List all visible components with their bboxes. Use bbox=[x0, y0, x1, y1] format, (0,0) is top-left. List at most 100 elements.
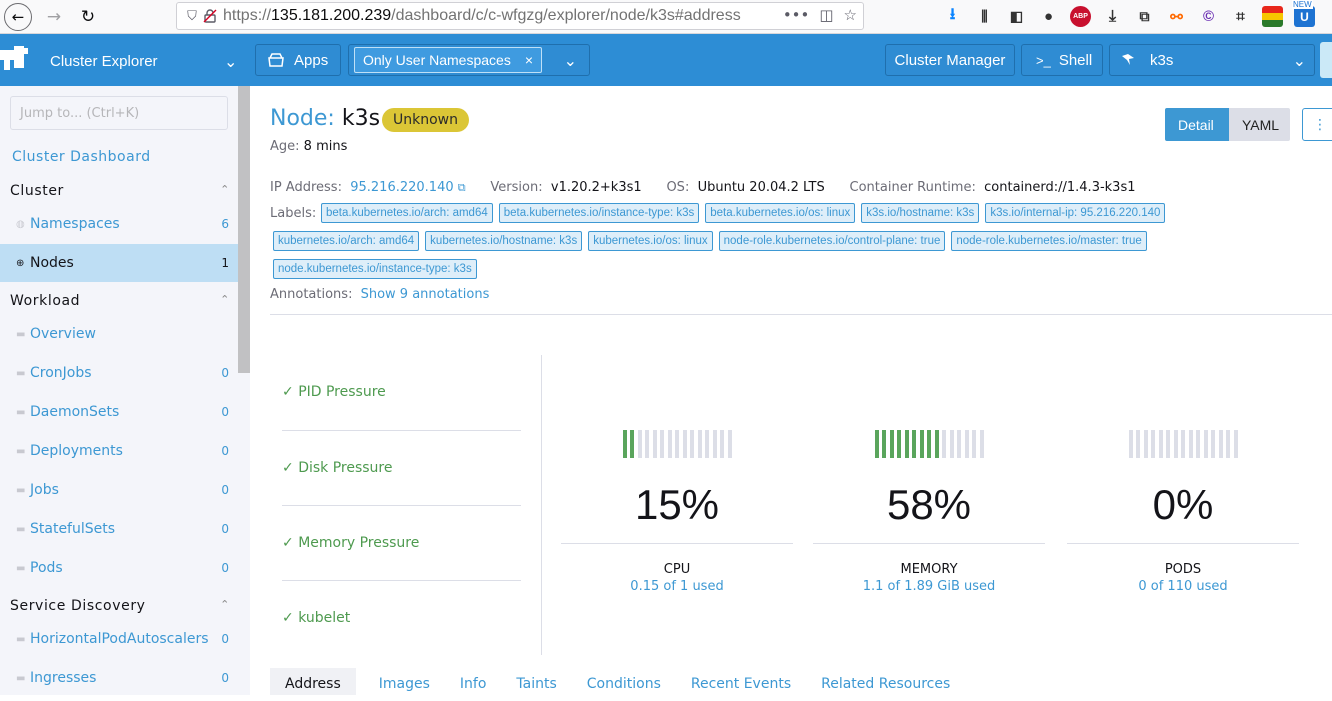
gauge-tick bbox=[630, 430, 634, 458]
folder-icon: ▬ bbox=[16, 367, 26, 379]
link-extension-icon[interactable]: ⚯ bbox=[1166, 6, 1187, 27]
sidebar-scrollbar[interactable] bbox=[238, 86, 250, 373]
download-icon[interactable]: ⭳ bbox=[942, 6, 963, 27]
sidebar-item-jobs[interactable]: ▬ Jobs 0 bbox=[0, 471, 238, 509]
back-button[interactable]: ← bbox=[4, 3, 32, 31]
shell-button[interactable]: >_ Shell bbox=[1021, 44, 1103, 76]
more-actions-button[interactable]: ⋮ bbox=[1302, 108, 1332, 141]
gauge-tick bbox=[1151, 430, 1155, 458]
folder-icon: ▬ bbox=[16, 633, 26, 645]
tab-address[interactable]: Address bbox=[270, 668, 356, 695]
page-actions-button[interactable]: ••• bbox=[783, 6, 810, 24]
apps-button[interactable]: Apps bbox=[255, 44, 341, 76]
sidebar-item-cronjobs[interactable]: ▬ CronJobs 0 bbox=[0, 354, 238, 392]
pocket-icon[interactable]: ◫ bbox=[819, 6, 833, 24]
chevron-up-icon[interactable]: ⌃ bbox=[220, 293, 230, 306]
url-path: /dashboard/c/c-wfgzg/explorer/node/k3s#a… bbox=[391, 7, 741, 24]
chevron-down-icon[interactable]: ⌄ bbox=[224, 52, 237, 71]
crop-icon[interactable]: ⌗ bbox=[1230, 6, 1251, 27]
arrow-right-icon: → bbox=[46, 7, 62, 27]
cluster-name: k3s bbox=[1150, 51, 1174, 69]
url-bar[interactable]: ⛉ https://135.181.200.239/dashboard/c/c-… bbox=[176, 2, 864, 30]
chevron-down-icon[interactable]: ⌄ bbox=[1293, 51, 1306, 71]
tab-info[interactable]: Info bbox=[445, 668, 502, 695]
label-chip: k3s.io/hostname: k3s bbox=[861, 203, 980, 223]
tab-taints[interactable]: Taints bbox=[501, 668, 571, 695]
sidebar-item-count: 0 bbox=[221, 405, 229, 419]
ip-address-value[interactable]: 95.216.220.140 bbox=[350, 180, 453, 195]
sidebar-item-count: 0 bbox=[221, 522, 229, 536]
gauge-tick bbox=[957, 430, 961, 458]
sidebar-icon[interactable]: ◧ bbox=[1006, 6, 1027, 27]
header-overflow-edge bbox=[1320, 42, 1332, 78]
sidebar-item-overview[interactable]: ▬ Overview bbox=[0, 315, 238, 353]
nav-group-service-discovery[interactable]: Service Discovery ⌃ bbox=[10, 598, 230, 614]
extension-new-icon[interactable]: U NEW bbox=[1292, 0, 1315, 27]
labels-row-3: node.kubernetes.io/instance-type: k3s bbox=[273, 259, 483, 279]
check-icon: ✓ bbox=[282, 460, 299, 476]
copy-icon[interactable]: ⧉ bbox=[458, 181, 466, 194]
copyright-extension-icon[interactable]: © bbox=[1198, 6, 1219, 27]
gauge-tick bbox=[1233, 430, 1238, 458]
reload-button[interactable]: ↻ bbox=[74, 3, 102, 31]
gauge-tick bbox=[972, 430, 976, 458]
tab-images[interactable]: Images bbox=[364, 668, 445, 695]
nav-group-workload[interactable]: Workload ⌃ bbox=[10, 293, 230, 309]
folder-icon: ▬ bbox=[16, 484, 26, 496]
bookmark-star-icon[interactable]: ☆ bbox=[844, 6, 857, 24]
chevron-up-icon[interactable]: ⌃ bbox=[220, 183, 230, 196]
namespace-filter-select[interactable]: Only User Namespaces × ⌄ bbox=[348, 44, 590, 76]
view-mode-toggle: Detail YAML bbox=[1165, 108, 1290, 141]
sidebar-item-deployments[interactable]: ▬ Deployments 0 bbox=[0, 432, 238, 470]
cpu-usage-bars bbox=[561, 430, 793, 460]
cluster-dashboard-link[interactable]: Cluster Dashboard bbox=[12, 149, 151, 165]
resource-kind-link[interactable]: Node: bbox=[270, 106, 335, 131]
product-title[interactable]: Cluster Explorer bbox=[50, 53, 158, 70]
gauge-tick bbox=[919, 430, 924, 458]
screenshot-icon[interactable]: ⧉ bbox=[1134, 6, 1155, 27]
labels-title: Labels: bbox=[270, 206, 317, 221]
gauge-tick bbox=[1181, 430, 1185, 458]
label-chip: kubernetes.io/hostname: k3s bbox=[425, 231, 583, 251]
rancher-logo-icon[interactable] bbox=[0, 44, 34, 76]
status-badge: Unknown bbox=[382, 108, 469, 132]
label-chip: node.kubernetes.io/instance-type: k3s bbox=[273, 259, 477, 279]
sidebar-item-pods[interactable]: ▬ Pods 0 bbox=[0, 549, 238, 587]
chevron-down-icon[interactable]: ⌄ bbox=[564, 51, 577, 71]
gauge-tick bbox=[897, 430, 901, 458]
sidebar-item-nodes[interactable]: ⊕ Nodes 1 bbox=[0, 244, 238, 282]
sidebar-item-horizontalpodautoscalers[interactable]: ▬ HorizontalPodAutoscalers 0 bbox=[0, 620, 238, 658]
sidebar-item-daemonsets[interactable]: ▬ DaemonSets 0 bbox=[0, 393, 238, 431]
tab-recent-events[interactable]: Recent Events bbox=[676, 668, 806, 695]
tab-related-resources[interactable]: Related Resources bbox=[806, 668, 965, 695]
condition-label: kubelet bbox=[298, 610, 351, 626]
condition-label: Disk Pressure bbox=[298, 460, 393, 476]
gauge-tick bbox=[1166, 430, 1170, 458]
chevron-up-icon[interactable]: ⌃ bbox=[220, 598, 230, 611]
url-host: 135.181.200.239 bbox=[271, 7, 392, 24]
account-icon[interactable]: ● bbox=[1038, 6, 1059, 27]
nav-group-cluster[interactable]: Cluster ⌃ bbox=[10, 183, 230, 199]
yaml-button[interactable]: YAML bbox=[1229, 108, 1290, 141]
detail-button[interactable]: Detail bbox=[1165, 108, 1229, 141]
sidebar-item-count: 0 bbox=[221, 632, 229, 646]
gauge-tick bbox=[660, 430, 664, 458]
jump-to-input[interactable]: Jump to... (Ctrl+K) bbox=[10, 96, 228, 130]
cluster-select[interactable]: k3s ⌄ bbox=[1109, 44, 1315, 76]
sidebar-item-statefulsets[interactable]: ▬ StatefulSets 0 bbox=[0, 510, 238, 548]
save-download-icon[interactable]: ⤓ bbox=[1102, 6, 1123, 27]
cluster-manager-button[interactable]: Cluster Manager bbox=[885, 44, 1015, 76]
gauge-divider bbox=[813, 543, 1045, 544]
forward-button[interactable]: → bbox=[40, 3, 68, 31]
tab-conditions[interactable]: Conditions bbox=[572, 668, 676, 695]
shell-label: Shell bbox=[1058, 51, 1093, 69]
remove-filter-icon[interactable]: × bbox=[525, 52, 533, 68]
library-icon[interactable]: ⫼ bbox=[974, 6, 995, 27]
adblock-icon[interactable]: ABP bbox=[1070, 6, 1091, 27]
show-annotations-link[interactable]: Show 9 annotations bbox=[361, 287, 490, 302]
gauge-tick bbox=[904, 430, 909, 458]
sidebar-item-ingresses[interactable]: ▬ Ingresses 0 bbox=[0, 659, 238, 697]
age-value: 8 mins bbox=[303, 139, 348, 154]
sidebar-item-namespaces[interactable]: ◍ Namespaces 6 bbox=[0, 205, 238, 243]
flag-extension-icon[interactable] bbox=[1262, 6, 1283, 27]
